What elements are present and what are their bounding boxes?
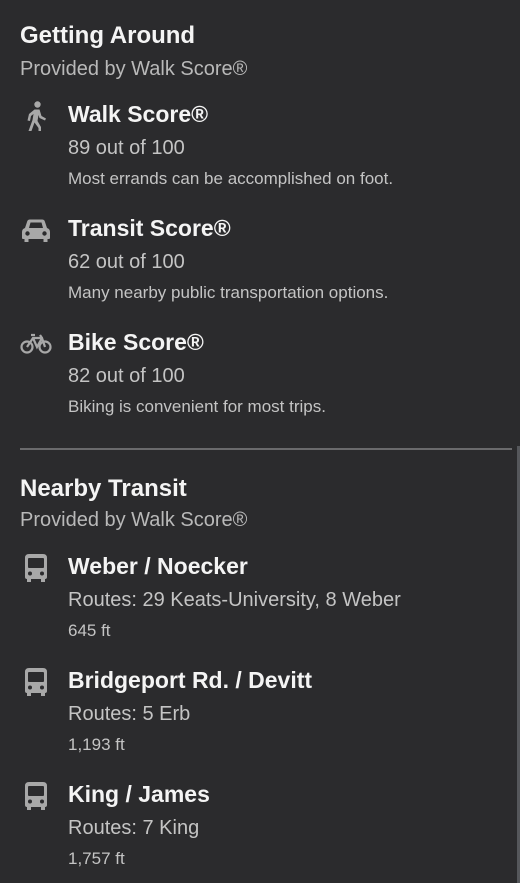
bike-score-value: 82 out of 100 (68, 365, 185, 387)
bus-icon (20, 552, 52, 584)
nearby-transit-title: Nearby Transit (20, 475, 187, 502)
neighborhood-panel: Getting Around Provided by Walk Score® W… (0, 0, 520, 883)
walk-score-title: Walk Score® (68, 101, 209, 127)
transit-stop-distance: 1,757 ft (68, 849, 125, 868)
transit-score-title: Transit Score® (68, 215, 231, 241)
transit-stop-name: Bridgeport Rd. / Devitt (68, 667, 313, 693)
nearby-transit-provider: Provided by Walk Score® (20, 509, 248, 531)
transit-stop-name: King / James (68, 781, 210, 807)
bike-score-description: Biking is convenient for most trips. (68, 397, 326, 416)
walk-score-description: Most errands can be accomplished on foot… (68, 169, 394, 188)
transit-stop-routes: Routes: 7 King (68, 817, 200, 839)
bike-icon (20, 327, 52, 359)
bike-score-title: Bike Score® (68, 329, 204, 355)
transit-score-description: Many nearby public transportation option… (68, 283, 389, 302)
transit-stop-routes: Routes: 5 Erb (68, 703, 191, 725)
transit-stop-routes: Routes: 29 Keats-University, 8 Weber (68, 589, 401, 611)
transit-stop-name: Weber / Noecker (68, 553, 248, 579)
bus-icon (20, 780, 52, 812)
transit-stop-distance: 645 ft (68, 621, 111, 640)
transit-stop-distance: 1,193 ft (68, 735, 125, 754)
getting-around-title: Getting Around (20, 22, 196, 49)
section-divider (20, 448, 512, 450)
bus-icon (20, 666, 52, 698)
car-icon (20, 214, 52, 246)
walk-score-value: 89 out of 100 (68, 137, 185, 159)
getting-around-provider: Provided by Walk Score® (20, 58, 248, 80)
transit-score-value: 62 out of 100 (68, 251, 185, 273)
walk-icon (20, 100, 52, 132)
